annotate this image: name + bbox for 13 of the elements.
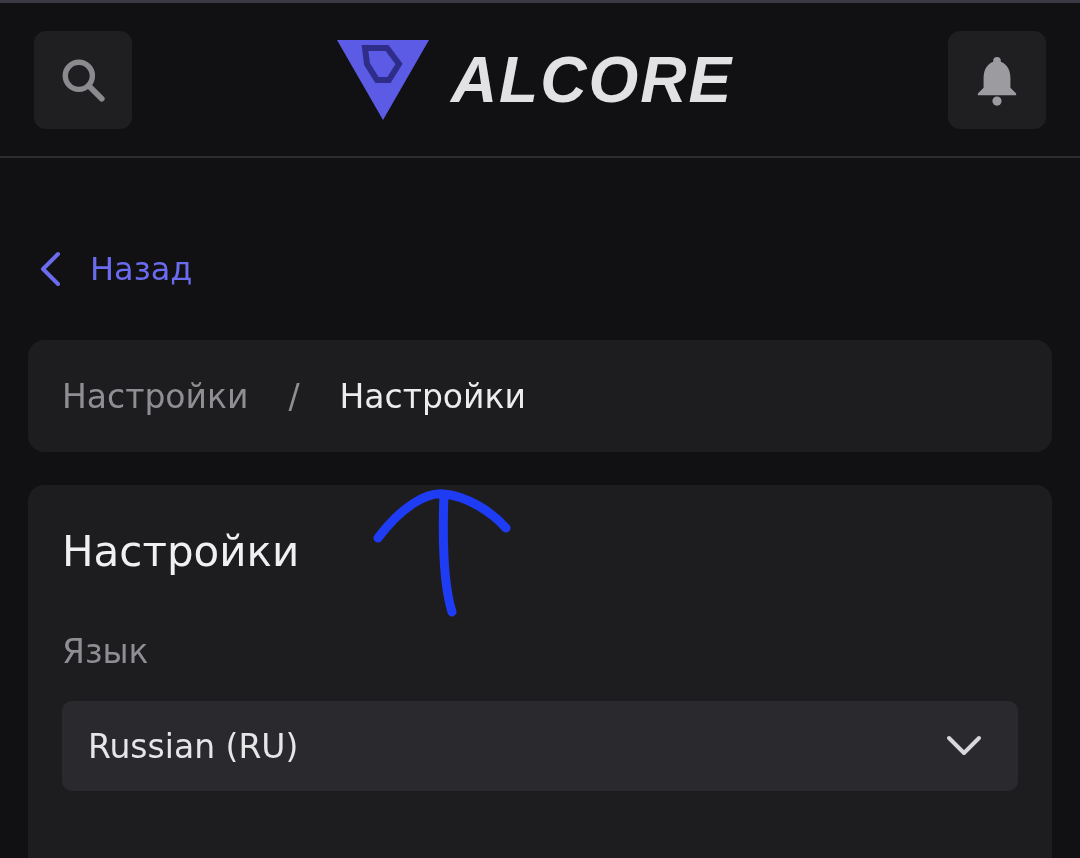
- card-title: Настройки: [62, 527, 301, 576]
- breadcrumb-link[interactable]: Настройки: [339, 376, 526, 416]
- notification-button[interactable]: [948, 30, 1046, 129]
- logo-icon: [336, 39, 429, 120]
- chevron-down-icon: [946, 735, 982, 757]
- search-button[interactable]: [34, 30, 132, 129]
- language-select[interactable]: Russian (RU): [62, 701, 1018, 791]
- chevron-left-icon: [38, 251, 62, 287]
- field-label: Язык: [62, 632, 150, 671]
- breadcrumb-link[interactable]: Настройки: [62, 376, 249, 416]
- logo-text: ALCORE: [450, 42, 734, 117]
- breadcrumb-separator: /: [288, 376, 300, 416]
- back-link[interactable]: Назад: [38, 250, 193, 288]
